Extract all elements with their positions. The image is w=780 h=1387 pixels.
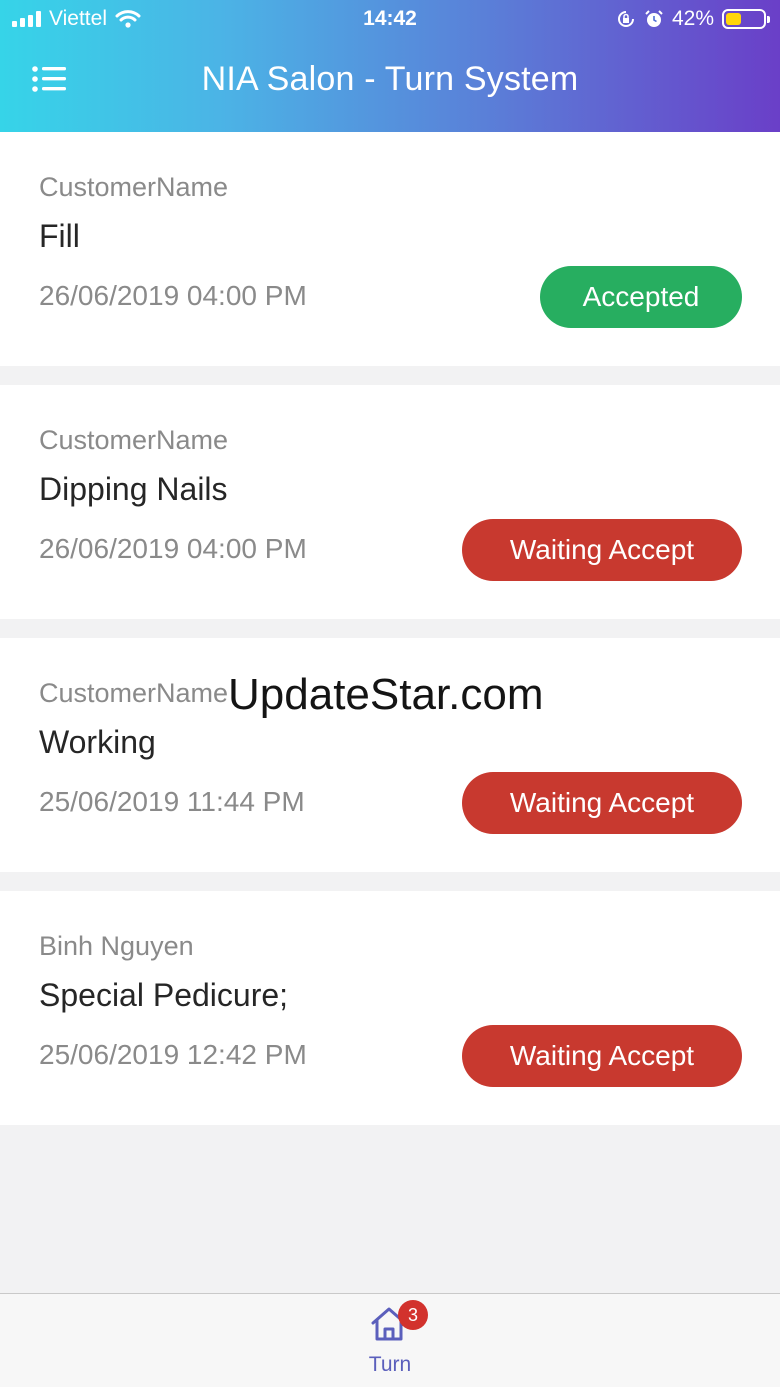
battery-icon xyxy=(722,9,770,29)
turn-card[interactable]: CustomerName Fill 26/06/2019 04:00 PM Ac… xyxy=(0,132,780,366)
status-bar-right: 42% xyxy=(616,7,770,31)
status-button[interactable]: Accepted xyxy=(540,266,742,328)
status-button[interactable]: Waiting Accept xyxy=(462,1025,742,1087)
status-bar: Viettel 14:42 42% xyxy=(0,0,780,40)
turn-datetime: 25/06/2019 11:44 PM xyxy=(39,786,305,817)
tab-bar: 3 Turn xyxy=(0,1293,780,1387)
customer-name: Binh Nguyen xyxy=(39,931,194,961)
turn-card[interactable]: Binh Nguyen Special Pedicure; 25/06/2019… xyxy=(0,891,780,1125)
alarm-clock-icon xyxy=(645,10,663,27)
turn-datetime: 26/06/2019 04:00 PM xyxy=(39,280,307,311)
customer-name: CustomerName xyxy=(39,678,229,708)
app-header: Viettel 14:42 42% NIA Salon - Turn Syste… xyxy=(0,0,780,132)
status-button[interactable]: Waiting Accept xyxy=(462,519,742,581)
service-name: Fill xyxy=(39,218,80,254)
turn-list: CustomerName Fill 26/06/2019 04:00 PM Ac… xyxy=(0,132,780,1144)
battery-percent: 42% xyxy=(671,7,714,30)
customer-name: CustomerName xyxy=(39,425,229,455)
service-name: Dipping Nails xyxy=(39,471,228,507)
tab-turn[interactable]: 3 Turn xyxy=(340,1294,440,1387)
turn-card[interactable]: CustomerName Dipping Nails 26/06/2019 04… xyxy=(0,385,780,619)
turn-datetime: 26/06/2019 04:00 PM xyxy=(39,533,307,564)
status-button[interactable]: Waiting Accept xyxy=(462,772,742,834)
service-name: Special Pedicure; xyxy=(39,977,289,1013)
turn-datetime: 25/06/2019 12:42 PM xyxy=(39,1039,307,1070)
battery-level xyxy=(726,13,742,25)
watermark-text: UpdateStar.com xyxy=(228,670,544,719)
customer-name: CustomerName xyxy=(39,172,229,202)
page-title: NIA Salon - Turn System xyxy=(201,60,579,98)
service-name: Working xyxy=(39,724,156,760)
orientation-lock-icon xyxy=(617,11,634,27)
notification-badge: 3 xyxy=(398,1300,428,1330)
tab-label: Turn xyxy=(368,1353,412,1376)
